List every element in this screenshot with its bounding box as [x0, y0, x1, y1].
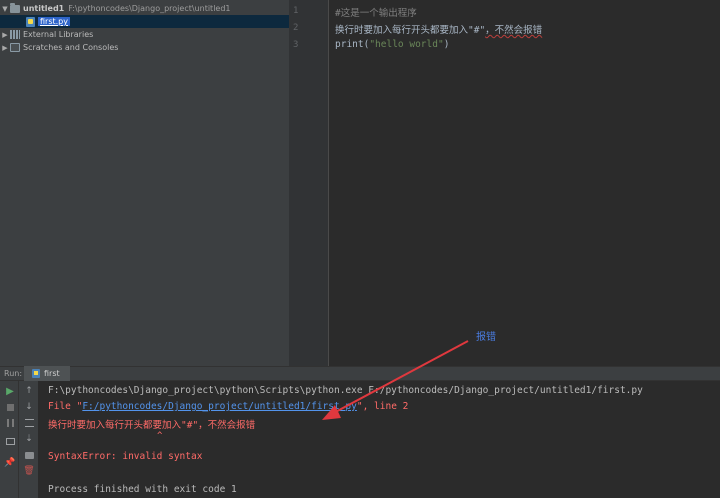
console-exit-message: Process finished with exit code 1: [48, 484, 237, 495]
code-close-paren: ): [443, 39, 450, 50]
console-file-prefix: File ": [48, 401, 83, 412]
annotation-label: 报错: [476, 332, 496, 343]
code-print-fn: print(: [335, 39, 370, 50]
stop-icon[interactable]: [3, 400, 17, 414]
tree-row-scratches[interactable]: ▶ Scratches and Consoles: [0, 41, 289, 54]
project-root-path: F:\pythoncodes\Django_project\untitled1: [68, 4, 231, 13]
console-command-line: F:\pythoncodes\Django_project\python\Scr…: [48, 385, 643, 396]
code-string: "hello world": [369, 39, 444, 50]
run-toolbar-right: ↑ ↓ ⇣ 🗑: [19, 381, 39, 498]
code-editor[interactable]: #这是一个输出程序 换行时要加入每行开头都要加入"#"，不然会报错 print(…: [329, 0, 720, 366]
rerun-icon[interactable]: ▶: [3, 384, 17, 398]
run-console[interactable]: F:\pythoncodes\Django_project\python\Scr…: [40, 381, 720, 498]
run-tab-first[interactable]: first: [24, 366, 70, 381]
library-icon: [10, 30, 20, 39]
code-line-2-text: 换行时要加入每行开头都要加入"#": [335, 25, 486, 36]
code-line-1[interactable]: #这是一个输出程序: [335, 5, 417, 19]
python-file-icon: [32, 369, 40, 378]
run-tool-header: Run: first: [0, 366, 720, 381]
soft-wrap-icon[interactable]: [22, 416, 36, 430]
console-file-link[interactable]: F:/pythoncodes/Django_project/untitled1/…: [82, 401, 357, 412]
tree-row-file[interactable]: first.py: [0, 15, 289, 28]
console-file-suffix: ", line 2: [356, 401, 409, 412]
folder-icon: [10, 2, 20, 13]
scroll-to-end-icon[interactable]: ⇣: [22, 432, 36, 446]
run-tab-label: first: [44, 369, 60, 378]
pause-icon[interactable]: [3, 416, 17, 430]
console-error-message: SyntaxError: invalid syntax: [48, 451, 203, 462]
chevron-down-icon[interactable]: ▼: [0, 5, 10, 13]
python-file-icon: [26, 16, 35, 27]
code-line-2[interactable]: 换行时要加入每行开头都要加入"#"，不然会报错: [335, 22, 542, 36]
console-error-source: 换行时要加入每行开头都要加入"#"，不然会报错: [48, 420, 256, 431]
code-line-3[interactable]: print("hello world"): [335, 39, 449, 50]
arrow-down-icon[interactable]: ↓: [22, 400, 36, 414]
line-number: 3: [293, 40, 299, 50]
print-icon[interactable]: [22, 448, 36, 462]
chevron-right-icon[interactable]: ▶: [0, 31, 10, 39]
chevron-right-icon[interactable]: ▶: [0, 44, 10, 52]
trash-icon[interactable]: 🗑: [22, 464, 36, 478]
scratches-label: Scratches and Consoles: [23, 43, 119, 52]
code-line-2-tail: ，不然会报错: [485, 25, 543, 36]
run-toolbar-left: ▶ 📌: [0, 381, 19, 498]
arrow-up-icon[interactable]: ↑: [22, 384, 36, 398]
file-name: first.py: [38, 17, 70, 26]
layout-icon[interactable]: [3, 434, 17, 448]
console-traceback-file: File "F:/pythoncodes/Django_project/unti…: [48, 401, 408, 412]
line-number: 1: [293, 6, 299, 16]
scratches-icon: [10, 43, 20, 52]
project-root-name: untitled1: [23, 4, 65, 13]
tree-row-root[interactable]: ▼ untitled1 F:\pythoncodes\Django_projec…: [0, 2, 289, 15]
project-panel: ▼ untitled1 F:\pythoncodes\Django_projec…: [0, 0, 289, 366]
tree-row-external-libraries[interactable]: ▶ External Libraries: [0, 28, 289, 41]
pin-icon[interactable]: 📌: [3, 456, 17, 470]
run-label: Run:: [4, 369, 23, 378]
line-number: 2: [293, 23, 299, 33]
external-libraries-label: External Libraries: [23, 30, 94, 39]
console-error-caret: ^: [157, 431, 163, 441]
editor-gutter: 1 2 3: [289, 0, 329, 366]
